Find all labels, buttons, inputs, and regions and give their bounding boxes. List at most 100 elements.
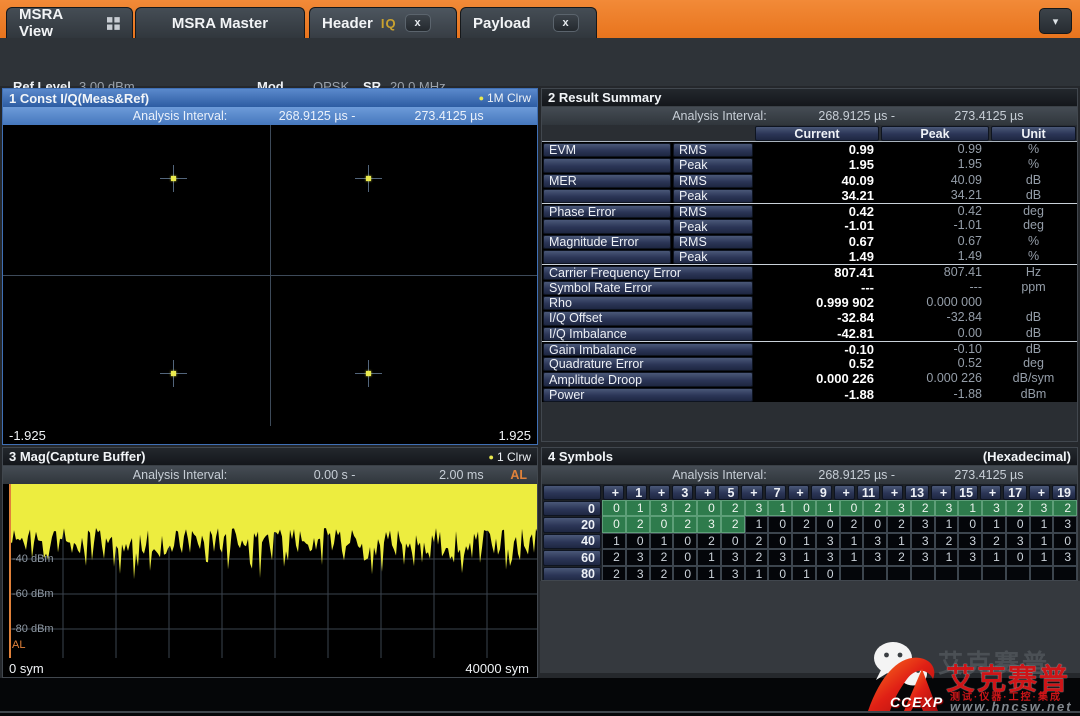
window2-titlebar[interactable]: 2 Result Summary [542, 89, 1077, 107]
window1-titlebar[interactable]: 1 Const I/Q(Meas&Ref) ● 1M Clrw [3, 89, 537, 107]
result-peak-value: 0.000 226 [926, 371, 982, 386]
result-row: Amplitude Droop 0.000 226 0.000 226 dB/sym [542, 371, 1077, 387]
symbol-cell: 3 [1053, 516, 1077, 533]
symbol-cell: 3 [697, 516, 721, 533]
symbol-cell: 3 [887, 500, 911, 517]
grid-icon [107, 16, 120, 30]
window-magnitude[interactable]: 3 Mag(Capture Buffer) ● 1 Clrw Analysis … [2, 447, 538, 678]
symbol-cell: 2 [649, 565, 674, 580]
result-row-label: Peak [542, 249, 754, 265]
symbols-column-header: + [1029, 485, 1051, 500]
y-label-60dbm: -60 dBm [12, 588, 54, 600]
tab-msra-view[interactable]: MSRA View [6, 6, 133, 40]
dropdown-button[interactable]: ▾ [1039, 8, 1072, 34]
result-peak-value: 1.49 [957, 249, 982, 264]
window3-titlebar[interactable]: 3 Mag(Capture Buffer) ● 1 Clrw [3, 448, 537, 466]
result-param-name: Carrier Frequency Error [543, 266, 753, 280]
symbol-cell: 0 [673, 532, 697, 550]
window-symbols[interactable]: 4 Symbols (Hexadecimal) Analysis Interva… [541, 447, 1078, 581]
analysis-interval-to: 2.00 ms [439, 468, 484, 482]
symbol-cell: 3 [982, 500, 1006, 517]
window-result-summary[interactable]: 2 Result Summary Analysis Interval: 268.… [541, 88, 1078, 442]
symbol-cell: 0 [649, 516, 674, 533]
result-row: Magnitude Error RMS 0.67 0.67% [542, 233, 1077, 250]
symbol-cell: 2 [602, 565, 626, 580]
window4-titlebar[interactable]: 4 Symbols (Hexadecimal) [542, 448, 1077, 466]
symbol-cell: 2 [1053, 500, 1077, 517]
symbol-cell [910, 565, 935, 580]
tab-payload[interactable]: Payload x [460, 7, 597, 38]
symbol-cell: 0 [839, 500, 864, 517]
analysis-interval-from: 268.9125 µs - [278, 109, 356, 123]
symbol-cell: 1 [744, 516, 769, 533]
symbol-cell: 1 [768, 500, 792, 517]
result-param-name [543, 188, 671, 204]
result-unit: dBm [1020, 386, 1047, 401]
window4-title: 4 Symbols [548, 449, 614, 464]
symbol-cell: 0 [1005, 549, 1030, 566]
symbols-row: 60 2 3 2 0 1 3 2 3 1 3 1 3 2 3 1 3 1 0 1 3 [542, 549, 1077, 566]
result-row: I/Q Imbalance -42.81 0.00 dB [542, 325, 1077, 341]
symbols-column-header: 15 [954, 485, 979, 500]
result-row-label: Carrier Frequency Error [542, 265, 754, 280]
window2-title: 2 Result Summary [548, 90, 662, 105]
symbol-cell: 1 [934, 516, 959, 533]
result-current-value: 0.000 226 [816, 371, 874, 387]
result-param-name: Quadrature Error [543, 357, 753, 372]
window1-title: 1 Const I/Q(Meas&Ref) [9, 90, 150, 106]
result-row-label: I/Q Imbalance [542, 326, 754, 341]
window-constellation[interactable]: 1 Const I/Q(Meas&Ref) ● 1M Clrw Analysis… [2, 88, 538, 445]
result-row-label: Symbol Rate Error [542, 280, 754, 295]
result-row-label: Peak [542, 157, 754, 173]
trace-legend: ● 1 Clrw [488, 449, 531, 464]
tab-msra-master[interactable]: MSRA Master [135, 7, 305, 38]
symbol-cell: 3 [863, 549, 887, 566]
tab-label: Header [322, 14, 373, 32]
x-max-label: 1.925 [498, 428, 531, 443]
symbol-cell: 0 [815, 565, 840, 580]
symbols-row: 20 0 2 0 2 3 2 1 0 2 0 2 0 2 3 1 0 1 0 1 3 [542, 516, 1077, 533]
result-current-value: 34.21 [841, 187, 874, 203]
symbol-cell: 2 [910, 500, 935, 517]
result-unit: deg [1023, 218, 1044, 233]
symbols-column-header: + [833, 485, 855, 500]
symbol-cell: 1 [1029, 532, 1054, 550]
result-row: Symbol Rate Error --- --- ppm [542, 279, 1077, 295]
result-row-label: Magnitude Error RMS [542, 234, 754, 250]
result-row: Peak 34.21 34.21 dB [542, 187, 1077, 204]
trace-dot-icon: ● [488, 451, 494, 462]
result-current-value: -32.84 [837, 310, 874, 326]
chevron-down-icon: ▾ [1052, 15, 1059, 28]
result-unit: ppm [1021, 279, 1046, 294]
result-param-name: Magnitude Error [543, 234, 671, 250]
symbol-cell [887, 565, 911, 580]
channel-settings-bar[interactable]: Ref Level 3.00 dBm Mod QPSK SR 20.0 MHz … [0, 38, 1080, 124]
close-icon[interactable]: x [552, 14, 579, 32]
symbols-column-header: + [741, 485, 763, 500]
result-current-value: 807.41 [834, 265, 874, 281]
symbols-column-header: 11 [856, 485, 881, 500]
symbol-cell: 0 [815, 516, 840, 533]
symbol-cell: 2 [792, 516, 816, 533]
tab-header[interactable]: Header IQ x [309, 7, 457, 38]
symbols-row: 001320231010232313232 [542, 500, 1077, 517]
analysis-interval-to: 273.4125 µs [954, 109, 1024, 123]
magnitude-x-labels: 0 sym 40000 sym [3, 658, 537, 677]
symbol-cell: 0 [697, 500, 721, 517]
magnitude-plot[interactable]: -40 dBm -60 dBm -80 dBm AL [3, 484, 537, 658]
analysis-interval-label: Analysis Interval: [672, 109, 767, 123]
symbol-cell: 3 [934, 500, 959, 517]
symbol-cell [982, 565, 1006, 580]
result-peak-value: -1.88 [953, 386, 983, 401]
symbols-column-header: 13 [905, 485, 930, 500]
window2-analysis-bar: Analysis Interval: 268.9125 µs - 273.412… [542, 107, 1077, 125]
symbols-row-label: 60 [543, 550, 601, 566]
constellation-plot[interactable] [3, 125, 537, 426]
result-param-stat: Peak [673, 188, 753, 204]
symbol-cell: 1 [839, 532, 864, 550]
close-icon[interactable]: x [404, 14, 431, 32]
trace-dot-icon: ● [478, 93, 484, 103]
result-current-value: 0.999 902 [816, 294, 874, 310]
result-unit: % [1027, 233, 1040, 248]
symbol-cell [1005, 565, 1030, 580]
